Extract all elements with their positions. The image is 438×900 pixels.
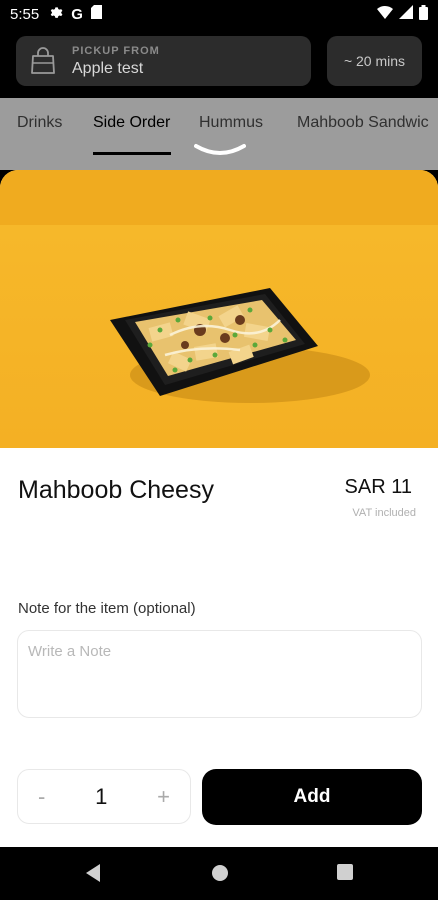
google-icon: G bbox=[71, 5, 83, 23]
add-to-cart-button[interactable]: Add bbox=[202, 769, 422, 825]
item-image bbox=[0, 170, 438, 448]
decrease-quantity-button[interactable]: - bbox=[38, 784, 45, 810]
quantity-value: 1 bbox=[95, 783, 108, 809]
item-name: Mahboob Cheesy bbox=[18, 476, 214, 504]
category-tabs: Drinks Side Order Hummus Mahboob Sandwic bbox=[0, 98, 438, 170]
battery-icon bbox=[419, 4, 428, 24]
status-icons-left: G bbox=[49, 5, 102, 23]
pickup-location-button[interactable]: PICKUP FROM Apple test bbox=[16, 36, 311, 86]
gear-icon bbox=[49, 5, 63, 23]
signal-icon bbox=[399, 5, 413, 23]
pickup-label: PICKUP FROM bbox=[72, 44, 160, 57]
pickup-text: PICKUP FROM Apple test bbox=[72, 45, 160, 78]
system-nav-bar bbox=[0, 847, 438, 900]
active-tab-indicator bbox=[93, 152, 171, 155]
note-input[interactable] bbox=[17, 630, 422, 718]
item-detail-sheet: Mahboob Cheesy SAR 11 VAT included Note … bbox=[0, 170, 438, 847]
sd-card-icon bbox=[90, 5, 102, 23]
chevron-down-icon[interactable] bbox=[194, 142, 246, 158]
pickup-store-name: Apple test bbox=[72, 59, 144, 77]
recents-icon[interactable] bbox=[336, 863, 354, 881]
vat-note: VAT included bbox=[352, 507, 416, 519]
status-icons-right bbox=[377, 4, 428, 24]
tab-drinks[interactable]: Drinks bbox=[17, 114, 62, 132]
shopping-bag-icon bbox=[31, 47, 55, 74]
status-bar: 5:55 G bbox=[0, 0, 438, 28]
increase-quantity-button[interactable]: + bbox=[157, 784, 170, 810]
tab-mahboob-sandwich[interactable]: Mahboob Sandwic bbox=[297, 114, 429, 132]
tab-hummus[interactable]: Hummus bbox=[199, 114, 263, 132]
back-icon[interactable] bbox=[84, 863, 102, 883]
header: PICKUP FROM Apple test ~ 20 mins bbox=[0, 28, 438, 98]
wifi-icon bbox=[377, 5, 393, 23]
time-estimate-button[interactable]: ~ 20 mins bbox=[327, 36, 422, 86]
quantity-stepper: - 1 + bbox=[17, 769, 191, 824]
status-time: 5:55 bbox=[10, 5, 40, 23]
item-price: SAR 11 bbox=[344, 476, 412, 498]
note-label: Note for the item (optional) bbox=[18, 600, 196, 617]
tab-side-order[interactable]: Side Order bbox=[93, 114, 170, 132]
home-icon[interactable] bbox=[210, 863, 230, 883]
